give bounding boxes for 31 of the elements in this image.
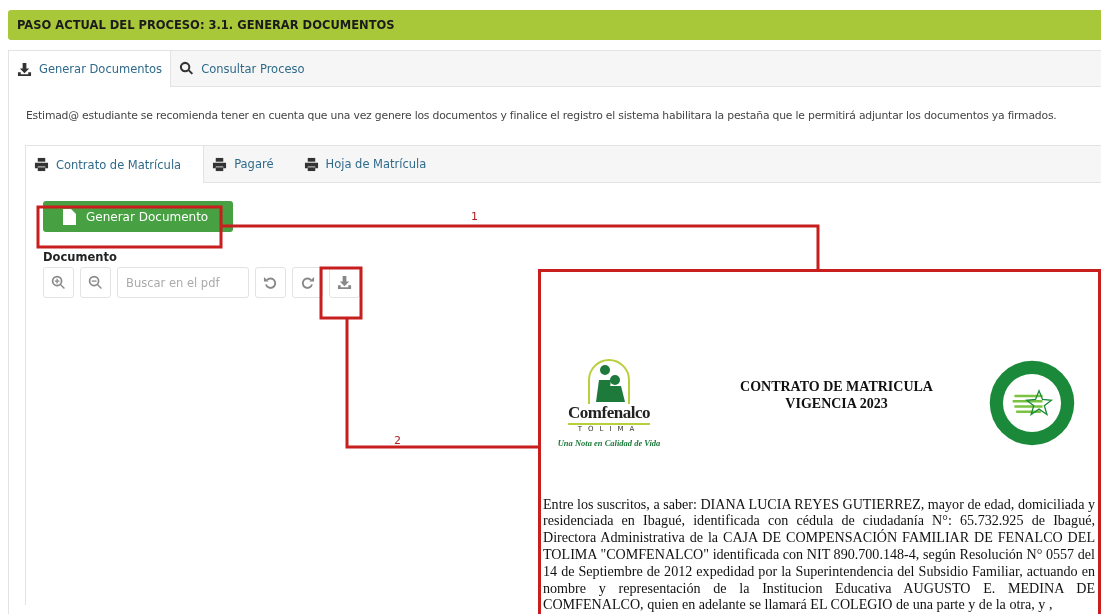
document-title: VIGENCIA 2023 bbox=[785, 395, 888, 413]
logo-slogan: Una Nota en Calidad de Vida bbox=[557, 437, 661, 448]
tab[interactable]: Hoja de Matrícula bbox=[295, 146, 449, 182]
zoom-in-button[interactable] bbox=[43, 267, 74, 298]
tab[interactable]: Generar Documentos bbox=[9, 51, 172, 87]
rotate-left-button[interactable] bbox=[255, 267, 286, 298]
step-banner: PASO ACTUAL DEL PROCESO: 3.1. GENERAR DOCUMENTOS bbox=[8, 10, 1101, 40]
contract-paragraph: Entre los suscritos, a saber: DIANA LUCIA REYES GUTIERREZ, mayor de edad, domiciliada y residenciada en Ibagué, identificada con cédula de ciudadanía N°: 65.732.925 de Ibagué, Directora Administrativa de la CAJA DE COMPENSACIÓN FAMILIAR DE FENALCO DEL TOLIMA "COMFENALCO" identificada con NIT 890.700.148-4, según Resolución N° 0557 del 14 de Septiembre de 2012 expedidad por la Superintendencia del Subsidio Familiar, actuando en nombre y representación de la Institucion Educativa AUGUSTO E. MEDINA DE COMFENALCO, quien en adelante se llamará EL COLEGIO de una parte y de la otra, y , bbox=[543, 495, 1095, 614]
document-title: CONTRATO DE MATRICULA bbox=[740, 379, 933, 396]
zoom-out-icon bbox=[88, 275, 103, 290]
logo-name: Comfenalco bbox=[568, 404, 650, 425]
printer-icon bbox=[34, 157, 49, 172]
generate-document-button[interactable]: Generar Documento bbox=[43, 201, 234, 232]
tab[interactable]: Pagaré bbox=[204, 146, 296, 182]
download-icon bbox=[17, 61, 32, 77]
notice-text: Estimad@ estudiante se recomienda tener en cuenta que una vez genere los documentos y finalice el registro el sistema habilitara la pestaña que le permitirá adjuntar los documentos ya firmados. bbox=[26, 109, 1058, 122]
viewer-label: Documento bbox=[43, 250, 118, 264]
tab[interactable]: Contrato de Matrícula bbox=[26, 146, 205, 183]
zoom-in-icon bbox=[51, 275, 66, 290]
zoom-out-button[interactable] bbox=[80, 267, 111, 298]
download-icon bbox=[337, 275, 352, 290]
printer-icon bbox=[212, 156, 228, 172]
callout-number: 1 bbox=[471, 210, 478, 223]
search-icon bbox=[179, 61, 195, 76]
rotate-left-icon bbox=[263, 275, 278, 290]
tab[interactable]: Consultar Proceso bbox=[171, 51, 313, 86]
callout-number: 2 bbox=[394, 434, 401, 447]
highlight-frame bbox=[319, 266, 363, 320]
rotate-right-icon bbox=[300, 275, 315, 290]
printer-icon bbox=[303, 156, 319, 172]
search-field[interactable]: Buscar en el pdf bbox=[117, 267, 249, 298]
